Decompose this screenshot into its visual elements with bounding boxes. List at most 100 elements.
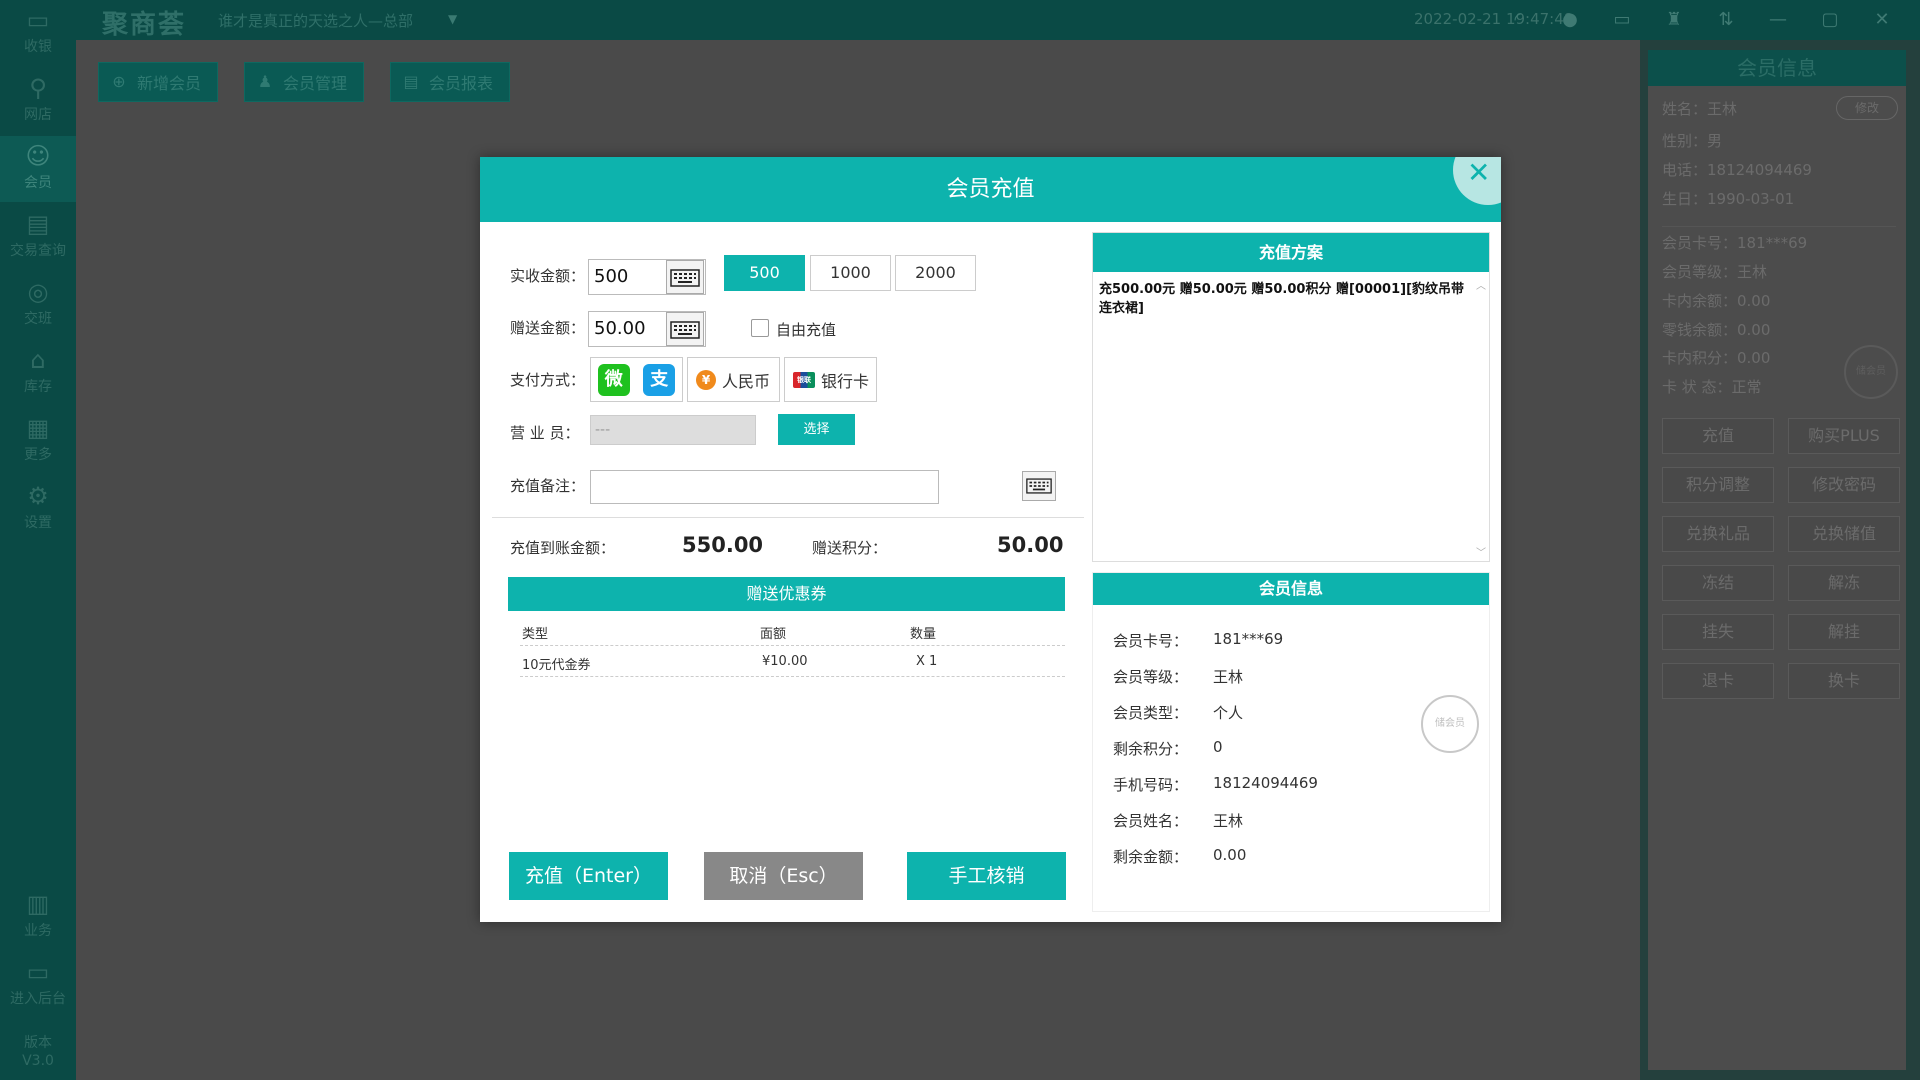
column-amount: 面额	[760, 627, 787, 642]
manual-writeoff-button[interactable]: 手工核销	[907, 852, 1066, 900]
plan-title: 充值方案	[1093, 233, 1489, 272]
swap-icon[interactable]: ⇅	[1712, 8, 1740, 32]
divider	[492, 517, 1084, 518]
cancel-loss-button[interactable]: 解挂	[1788, 614, 1900, 650]
edit-button[interactable]: 修改	[1836, 96, 1898, 120]
nav-item-backend[interactable]: ▭ 进入后台	[0, 952, 76, 1018]
card-points: 卡内积分：0.00	[1662, 349, 1771, 367]
coupon-table-header: 类型 面额 数量	[520, 615, 1065, 646]
column-type: 类型	[522, 627, 549, 642]
redeem-gift-button[interactable]: 兑换礼品	[1662, 516, 1774, 552]
nav-item-more[interactable]: ▦ 更多	[0, 408, 76, 474]
info-title: 会员信息	[1093, 573, 1489, 605]
keyboard-icon[interactable]	[666, 312, 704, 346]
gift-points-label: 赠送积分：	[812, 539, 888, 557]
member-card-no: 会员卡号：181***69	[1662, 234, 1808, 252]
member-info-card: 会员信息 会员卡号： 181***69 会员等级： 王林 会员类型： 个人 剩余…	[1092, 572, 1490, 912]
nav-item-cashier[interactable]: ▭ 收银	[0, 0, 76, 66]
arrive-amount-label: 充值到账金额：	[510, 539, 616, 557]
divider	[1662, 226, 1896, 227]
table-row[interactable]: 10元代金券 ¥10.00 X 1	[520, 646, 1065, 677]
shirt-icon[interactable]: ♜	[1660, 8, 1688, 32]
warehouse-icon: ⌂	[30, 346, 46, 374]
add-member-button[interactable]: ⊕ 新增会员	[98, 62, 219, 102]
payment-label: 支付方式：	[510, 371, 586, 389]
brand-logo: 聚商荟	[102, 10, 187, 40]
select-staff-button[interactable]: 选择	[778, 414, 855, 445]
freeze-button[interactable]: 冻结	[1662, 565, 1774, 601]
info-value-balance: 0.00	[1213, 846, 1247, 864]
points-adjust-button[interactable]: 积分调整	[1662, 467, 1774, 503]
document-icon: ▤	[26, 210, 50, 238]
buy-plus-button[interactable]: 购买PLUS	[1788, 418, 1900, 454]
info-value-phone: 18124094469	[1213, 774, 1318, 792]
info-value-points: 0	[1213, 738, 1223, 756]
free-recharge-checkbox[interactable]	[751, 319, 769, 337]
scrollbar[interactable]: ︿ ﹀	[1475, 275, 1487, 559]
preset-500-button[interactable]: 500	[724, 255, 805, 291]
gear-icon: ⚙	[27, 482, 49, 510]
gift-points-value: 50.00	[997, 533, 1064, 557]
report-loss-button[interactable]: 挂失	[1662, 614, 1774, 650]
payment-cash-option[interactable]: ¥ 人民币	[687, 357, 780, 402]
chevron-down-icon[interactable]: ▼	[448, 12, 457, 26]
preset-2000-button[interactable]: 2000	[895, 255, 976, 291]
member-birthday: 生日：1990-03-01	[1662, 190, 1795, 208]
nav-item-inventory[interactable]: ⌂ 库存	[0, 340, 76, 406]
keyboard-icon[interactable]	[1022, 471, 1056, 501]
member-stamp: 储会员	[1421, 695, 1479, 753]
nav-item-shift[interactable]: ◎ 交班	[0, 272, 76, 338]
info-value-name: 王林	[1213, 812, 1244, 830]
plan-item[interactable]: 充500.00元 赠50.00元 赠50.00积分 赠[00001][豹纹吊带连…	[1099, 280, 1469, 318]
nav-item-member[interactable]: ☺ 会员	[0, 136, 76, 202]
info-value-level: 王林	[1213, 668, 1244, 686]
change-password-button[interactable]: 修改密码	[1788, 467, 1900, 503]
coupon-qty: X 1	[916, 654, 938, 669]
wifi-icon[interactable]: ◜	[1504, 8, 1532, 32]
return-card-button[interactable]: 退卡	[1662, 663, 1774, 699]
cancel-button[interactable]: 取消（Esc）	[704, 852, 863, 900]
recharge-submit-button[interactable]: 充值（Enter）	[509, 852, 668, 900]
maximize-icon[interactable]: ▢	[1816, 8, 1844, 32]
nav-item-settings[interactable]: ⚙ 设置	[0, 476, 76, 542]
preset-1000-button[interactable]: 1000	[810, 255, 891, 291]
member-manage-button[interactable]: ♟ 会员管理	[244, 62, 365, 102]
close-icon: ✕	[1467, 157, 1491, 189]
alipay-icon: 支	[643, 363, 676, 396]
staff-label: 营 业 员：	[510, 424, 580, 442]
payment-scan-option[interactable]: 微 支	[590, 357, 683, 402]
message-icon[interactable]: ▭	[1608, 8, 1636, 32]
info-label-level: 会员等级：	[1113, 668, 1189, 686]
store-selector[interactable]: 谁才是真正的天选之人—总部	[218, 10, 413, 31]
keyboard-icon[interactable]	[666, 260, 704, 294]
unfreeze-button[interactable]: 解冻	[1788, 565, 1900, 601]
info-value-card-no: 181***69	[1213, 630, 1284, 648]
column-qty: 数量	[910, 627, 937, 642]
top-bar: 聚商荟 谁才是真正的天选之人—总部 ▼ 2022-02-21 19:47:48 …	[0, 0, 1920, 40]
remark-input[interactable]	[590, 470, 939, 504]
payment-bankcard-option[interactable]: 银联 银行卡	[784, 357, 877, 402]
recharge-button[interactable]: 充值	[1662, 418, 1774, 454]
wechat-pay-icon: 微	[597, 363, 630, 396]
coupon-table: 类型 面额 数量 10元代金券 ¥10.00 X 1	[520, 615, 1065, 677]
user-icon: ♟	[257, 72, 273, 91]
staff-input[interactable]: ---	[590, 415, 756, 445]
panel-title: 会员信息	[1648, 50, 1906, 86]
member-name: 姓名：王林	[1662, 100, 1738, 118]
redeem-stored-value-button[interactable]: 兑换储值	[1788, 516, 1900, 552]
nav-item-transactions[interactable]: ▤ 交易查询	[0, 204, 76, 270]
nav-item-business[interactable]: ▥ 业务	[0, 884, 76, 950]
nav-item-online-store[interactable]: ⚲ 网店	[0, 68, 76, 134]
close-window-icon[interactable]: ✕	[1868, 8, 1896, 32]
status-icon[interactable]: ●	[1556, 8, 1584, 32]
monitor-icon: ▭	[26, 6, 50, 34]
member-level: 会员等级：王林	[1662, 263, 1768, 281]
replace-card-button[interactable]: 换卡	[1788, 663, 1900, 699]
version-info: 版本 V3.0	[22, 1035, 54, 1069]
chevron-up-icon[interactable]: ︿	[1476, 277, 1486, 292]
minimize-icon[interactable]: —	[1764, 8, 1792, 32]
member-report-button[interactable]: ▤ 会员报表	[390, 62, 511, 102]
chevron-down-icon[interactable]: ﹀	[1476, 544, 1486, 559]
dialog-title: 会员充值	[480, 157, 1501, 222]
coupon-section-title: 赠送优惠券	[508, 577, 1065, 611]
